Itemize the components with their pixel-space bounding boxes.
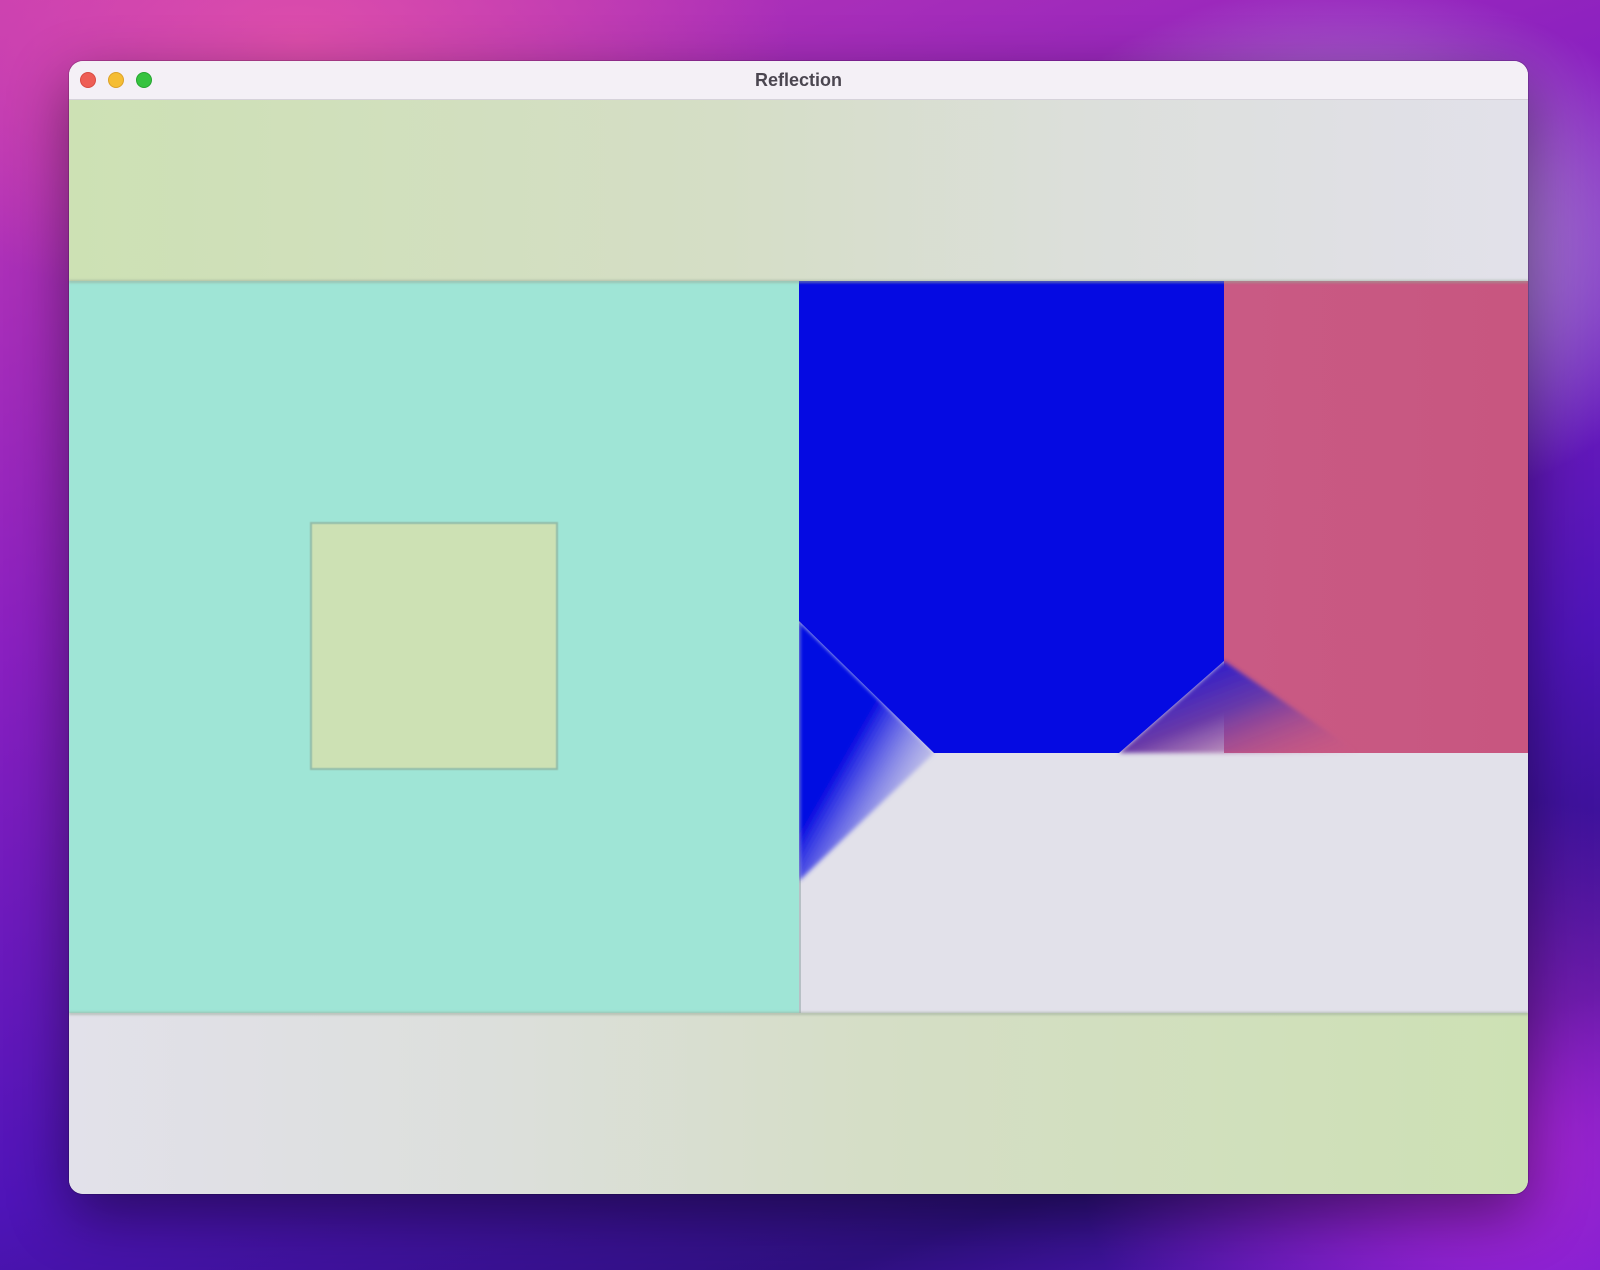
app-window: Reflection: [69, 61, 1528, 1194]
reflection-shapes: [799, 281, 1528, 881]
rose-block: [1224, 281, 1528, 753]
bottom-seam: [69, 1012, 1528, 1015]
blue-block: [799, 281, 1224, 753]
inner-lime-square: [312, 524, 556, 768]
teal-square: [69, 281, 799, 1013]
render-canvas: [69, 100, 1528, 1194]
bottom-gradient-band: [69, 1013, 1528, 1194]
title-bar[interactable]: Reflection: [69, 61, 1528, 100]
top-gradient-band: [69, 100, 1528, 281]
window-title: Reflection: [754, 70, 842, 90]
top-seam: [69, 280, 1528, 283]
